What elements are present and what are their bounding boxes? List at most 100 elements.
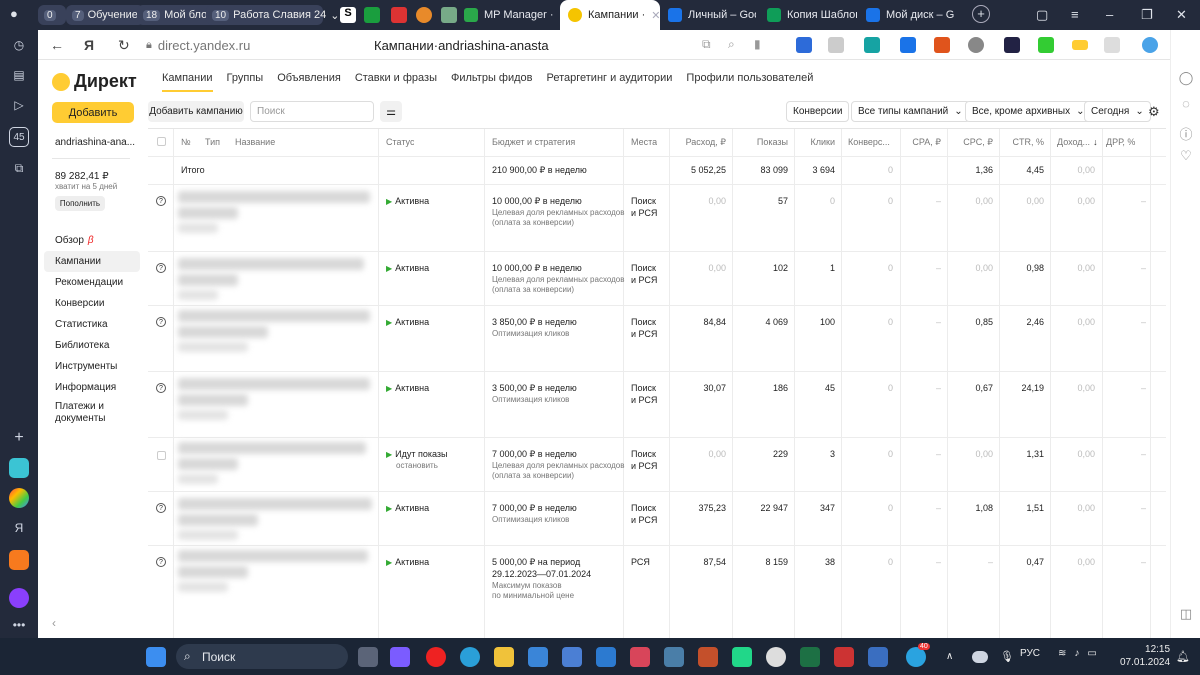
- nav-campaigns[interactable]: Кампании: [44, 251, 140, 272]
- budget-text[interactable]: 5 000,00 ₽ на период: [492, 557, 580, 568]
- windows-start-icon[interactable]: [146, 647, 166, 667]
- volume-icon[interactable]: ♪: [1074, 648, 1079, 659]
- reader-icon[interactable]: ⌕: [728, 37, 735, 52]
- tab-campaigns[interactable]: Кампании: [162, 72, 213, 92]
- campaign-row[interactable]: ? ▶ Активна 3 850,00 ₽ в неделю Оптимизация …: [148, 305, 1166, 371]
- tray-language[interactable]: РУС ≋ ♪ ▭: [1020, 648, 1097, 659]
- tab-template-copy[interactable]: Копия Шаблон: [767, 0, 857, 30]
- wifi-icon[interactable]: ≋: [1058, 648, 1066, 659]
- nav-tools[interactable]: Инструменты: [44, 356, 140, 377]
- add-campaign-button[interactable]: Добавить кампанию: [148, 101, 244, 122]
- row-checkbox[interactable]: [157, 451, 166, 460]
- extension-6-icon[interactable]: [968, 37, 984, 53]
- circle-icon[interactable]: ◯: [1178, 70, 1194, 86]
- menu-icon[interactable]: ≡: [1071, 7, 1079, 22]
- store-icon[interactable]: [562, 647, 582, 667]
- status-cell[interactable]: ▶ Активна: [386, 383, 429, 394]
- extension-2-icon[interactable]: [828, 37, 844, 53]
- nav-statistics[interactable]: Статистика: [44, 314, 140, 335]
- select-all-checkbox[interactable]: [157, 137, 166, 146]
- minimize-icon[interactable]: –: [1106, 7, 1113, 22]
- collapse-icon[interactable]: ‹: [52, 616, 56, 630]
- period-select[interactable]: Сегодня ⌄: [1084, 101, 1151, 122]
- extension-4-icon[interactable]: [900, 37, 916, 53]
- header-budget[interactable]: Бюджет и стратегия: [492, 129, 575, 155]
- bookmark-icon[interactable]: ▮: [754, 37, 761, 51]
- status-cell[interactable]: ▶ Активна: [386, 503, 429, 514]
- battery-icon[interactable]: [1072, 40, 1088, 50]
- tabs-overview-icon[interactable]: ▢: [1036, 7, 1048, 23]
- budget-text[interactable]: 10 000,00 ₽ в неделю: [492, 196, 582, 207]
- campaign-row[interactable]: ? ▶ Активна 5 000,00 ₽ на период 29.12.2023—…: [148, 545, 1166, 605]
- excel-icon[interactable]: [800, 647, 820, 667]
- extension-7-icon[interactable]: [1004, 37, 1020, 53]
- header-clicks[interactable]: Клики: [795, 129, 836, 155]
- profile-icon[interactable]: ●: [10, 6, 18, 21]
- reload-icon[interactable]: ↻: [118, 37, 130, 54]
- budget-text[interactable]: 10 000,00 ₽ в неделю: [492, 263, 582, 274]
- nav-recommendations[interactable]: Рекомендации: [44, 272, 140, 293]
- yandex-icon[interactable]: Я: [9, 518, 29, 538]
- budget-text[interactable]: 7 000,00 ₽ в неделю: [492, 503, 577, 514]
- app-icon-4[interactable]: [868, 647, 888, 667]
- app-icon-1[interactable]: [390, 647, 410, 667]
- budget-text[interactable]: 7 000,00 ₽ в неделю: [492, 449, 577, 460]
- tab-user-profiles[interactable]: Профили пользователей: [686, 72, 813, 92]
- explorer-icon[interactable]: [494, 647, 514, 667]
- account-login[interactable]: andriashina-ana...: [55, 137, 135, 148]
- tab-favicon-s[interactable]: S: [340, 7, 356, 23]
- telegram-icon[interactable]: 40: [906, 643, 930, 667]
- messenger-icon[interactable]: [9, 458, 29, 478]
- tab-bids[interactable]: Ставки и фразы: [355, 72, 437, 92]
- extension-8-icon[interactable]: [1038, 37, 1054, 53]
- header-cpc[interactable]: CPC, ₽: [948, 129, 993, 155]
- app-icon-3[interactable]: [834, 647, 854, 667]
- tray-up-icon[interactable]: ∧: [946, 651, 958, 663]
- apps-icon[interactable]: [9, 488, 29, 508]
- yandex-browser-icon[interactable]: [426, 647, 446, 667]
- nav-info[interactable]: Информация: [44, 377, 140, 398]
- campaign-row[interactable]: ? ▶ Активна 10 000,00 ₽ в неделю Целевая дол…: [148, 184, 1166, 251]
- video-icon[interactable]: ▷: [9, 95, 29, 115]
- tab-campaigns[interactable]: Кампании · ✕: [560, 0, 660, 30]
- add-icon[interactable]: +: [9, 428, 29, 448]
- campaign-row[interactable]: ? ▶ Активна 3 500,00 ₽ в неделю Оптимизация …: [148, 371, 1166, 437]
- campaign-row[interactable]: ? ▶ Активна 10 000,00 ₽ в неделю Целевая дол…: [148, 251, 1166, 305]
- back-icon[interactable]: ←: [50, 37, 64, 53]
- tab-group-work[interactable]: 10 Работа Славия 24 ⌄: [206, 5, 339, 25]
- extension-9-icon[interactable]: [1104, 37, 1120, 53]
- task-view-icon[interactable]: [358, 647, 378, 667]
- tab-group-learning[interactable]: 7 Обучение: [66, 5, 144, 25]
- help-icon[interactable]: ?: [156, 196, 166, 206]
- header-number[interactable]: №: [181, 129, 191, 155]
- help-icon[interactable]: ?: [156, 317, 166, 327]
- close-window-icon[interactable]: ✕: [1176, 7, 1187, 23]
- help-icon[interactable]: ?: [156, 263, 166, 273]
- help-icon[interactable]: ?: [156, 383, 166, 393]
- tab-favicon-avatar[interactable]: [416, 7, 432, 23]
- yandex-home-icon[interactable]: Я: [84, 37, 94, 53]
- tab-personal[interactable]: Личный – Goo: [668, 0, 756, 30]
- tab-group-0[interactable]: 0: [38, 5, 66, 25]
- more-icon[interactable]: •••: [9, 615, 29, 635]
- header-spend[interactable]: Расход, ₽: [670, 129, 726, 155]
- budget-text[interactable]: 3 500,00 ₽ в неделю: [492, 383, 577, 394]
- thumb-icon[interactable]: ♡: [1178, 148, 1194, 164]
- restore-icon[interactable]: ❐: [1141, 7, 1153, 23]
- header-cpa[interactable]: CPA, ₽: [901, 129, 941, 155]
- gear-icon[interactable]: ⚙: [1148, 104, 1160, 120]
- battery-tray-icon[interactable]: ▭: [1087, 648, 1096, 659]
- cloud-icon[interactable]: [972, 651, 988, 663]
- nav-conversions[interactable]: Конверсии: [44, 293, 140, 314]
- tab-retargeting[interactable]: Ретаргетинг и аудитории: [546, 72, 672, 92]
- tab-favicon-a[interactable]: [391, 7, 407, 23]
- tab-favicon-code[interactable]: [364, 7, 380, 23]
- header-places[interactable]: Места: [631, 129, 657, 155]
- header-status[interactable]: Статус: [386, 129, 414, 155]
- search-input[interactable]: Поиск: [250, 101, 374, 122]
- campaign-row[interactable]: ? ▶ Активна 7 000,00 ₽ в неделю Оптимизация …: [148, 491, 1166, 545]
- archive-filter-select[interactable]: Все, кроме архивных ⌄: [965, 101, 1092, 122]
- taskbar-search[interactable]: ⌕ Поиск: [176, 644, 348, 669]
- status-cell[interactable]: ▶ Активна: [386, 196, 429, 207]
- url-field[interactable]: 🔒︎ direct.yandex.ru: [146, 35, 306, 56]
